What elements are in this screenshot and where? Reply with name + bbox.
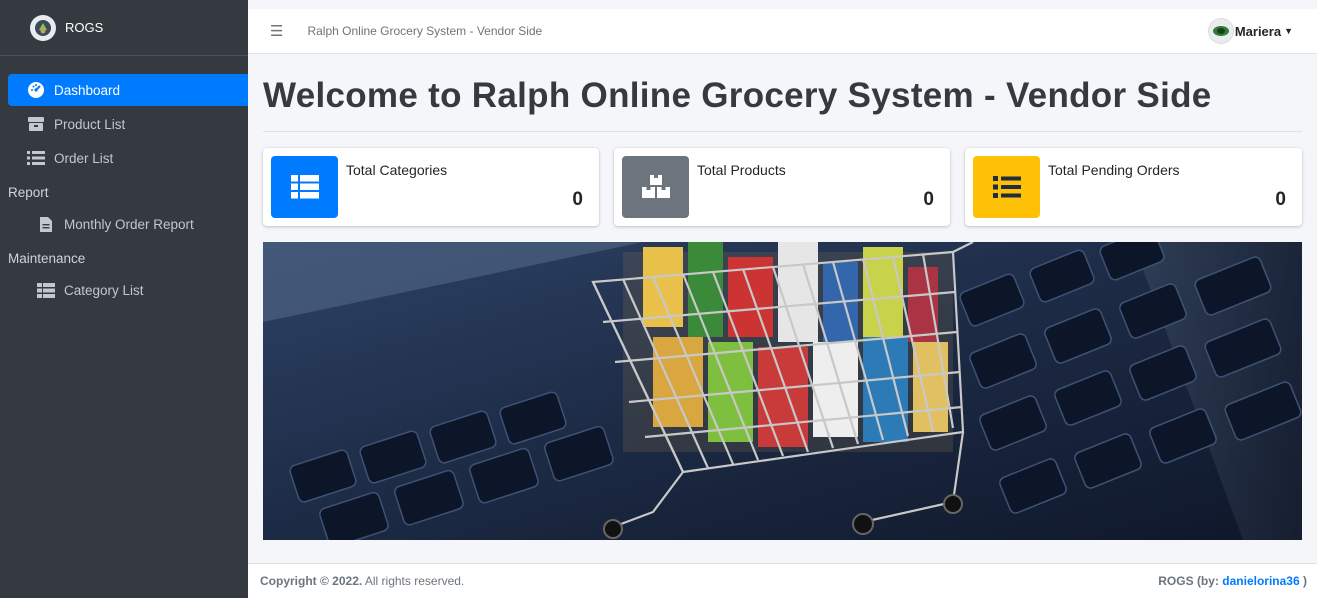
info-box-total-pending-orders: Total Pending Orders 0 [965,148,1302,226]
user-menu-dropdown[interactable]: Mariera ▼ [1208,19,1293,43]
author-link[interactable]: danielorina36 [1222,574,1299,588]
copyright-bold: Copyright © 2022. [260,574,363,588]
nav-header-maintenance: Maintenance [8,250,86,266]
list-icon [973,156,1040,218]
credit-suffix: ) [1299,574,1307,588]
copyright-text: Copyright © 2022. All rights reserved. [260,574,464,588]
sidebar-item-monthly-order-report[interactable]: Monthly Order Report [8,208,248,240]
sidebar-item-label: Category List [64,282,144,298]
title-divider [263,131,1302,132]
page-title: Welcome to Ralph Online Grocery System -… [263,76,1212,115]
info-box-value: 0 [1275,189,1286,210]
info-box-total-categories: Total Categories 0 [263,148,599,226]
brand-link[interactable]: ROGS [0,0,248,56]
sidebar-item-label: Dashboard [54,82,121,98]
sidebar-item-category-list[interactable]: Category List [8,274,248,306]
credit-text: ROGS (by: danielorina36 ) [1158,574,1307,588]
avatar [1208,19,1233,43]
hamburger-menu-icon[interactable]: ☰ [270,22,283,40]
info-box-total-products: Total Products 0 [614,148,950,226]
credit-prefix: ROGS (by: [1158,574,1223,588]
username: Mariera [1234,23,1282,39]
sidebar-nav: Dashboard Product List Order List Report… [0,56,248,306]
boxes-icon [622,156,689,218]
sidebar-item-label: Order List [54,150,114,166]
file-icon [36,216,56,233]
sidebar-item-label: Monthly Order Report [64,216,194,232]
sidebar: ROGS Dashboard Product List Order List R… [0,0,248,598]
info-box-value: 0 [572,189,583,210]
nav-header-report: Report [8,184,49,200]
info-box-label: Total Products [697,162,786,178]
sidebar-item-dashboard[interactable]: Dashboard [8,74,248,106]
tachometer-icon [26,81,46,99]
list-icon [26,151,46,165]
box-icon [26,116,46,132]
th-list-icon [271,156,338,218]
copyright-rest: All rights reserved. [362,574,465,588]
info-box-label: Total Categories [346,162,448,178]
sidebar-item-label: Product List [54,116,126,132]
sidebar-item-product-list[interactable]: Product List [8,108,248,140]
top-navbar: ☰ Ralph Online Grocery System - Vendor S… [248,9,1317,54]
footer: Copyright © 2022. All rights reserved. R… [248,563,1317,598]
caret-down-icon: ▼ [1284,26,1293,36]
sidebar-item-order-list[interactable]: Order List [8,142,248,174]
topbar-title: Ralph Online Grocery System - Vendor Sid… [307,24,543,38]
banner-image [263,242,1302,540]
brand-logo [30,14,56,41]
table-icon [36,282,56,298]
info-box-label: Total Pending Orders [1048,162,1180,178]
info-box-value: 0 [923,189,934,210]
brand-name: ROGS [65,20,104,35]
